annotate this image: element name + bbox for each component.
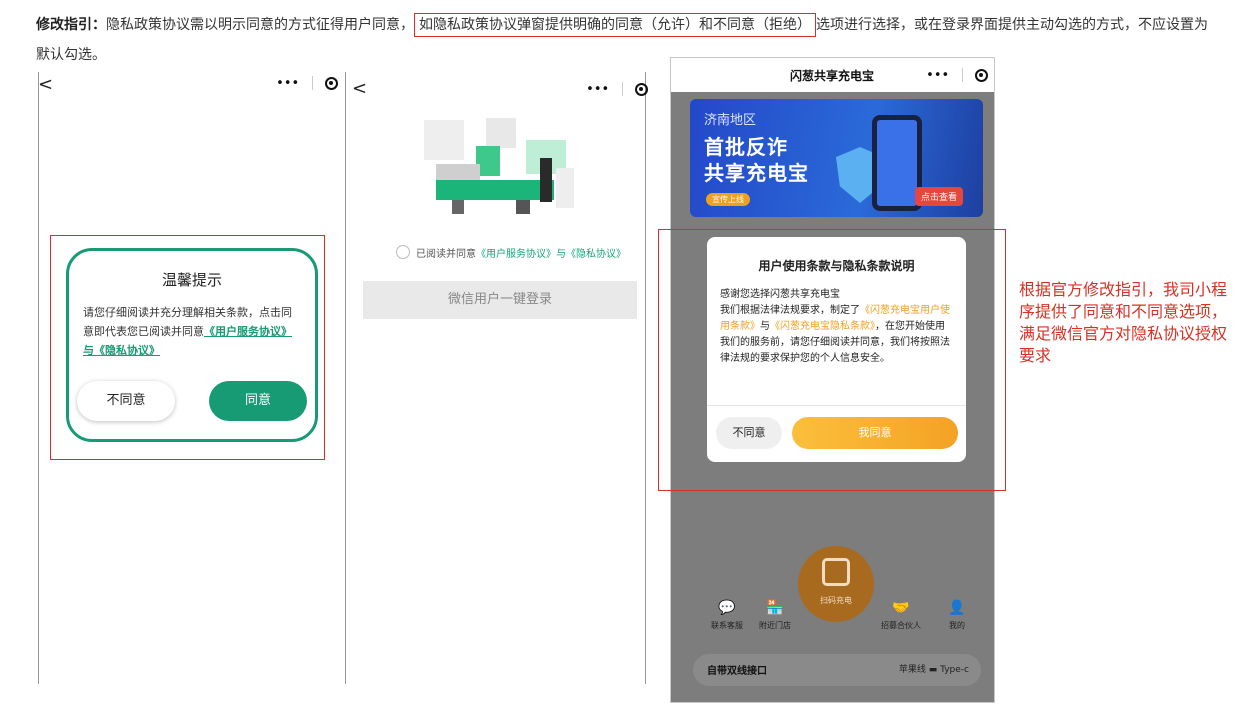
tab-label: 我的 [949,621,965,630]
capsule-menu[interactable]: ••• [580,76,654,102]
divider [311,76,313,90]
tab-label: 联系客服 [711,621,743,630]
privacy-dialog-1: 温馨提示 请您仔细阅读并充分理解相关条款，点击同意即代表您已阅读并同意《用户服务… [66,248,318,442]
disagree-button[interactable]: 不同意 [716,417,782,449]
more-icon[interactable]: ••• [926,68,949,83]
guide-colon: ： [92,17,106,33]
disagree-button[interactable]: 不同意 [77,381,175,421]
banner-subtitle: 济南地区 [704,113,757,128]
cable-info-bar: 自带双线接口 苹果线 ▬ Type-c [693,654,981,686]
dialog-text-1: 我们根据法律法规要求，制定了 [720,305,860,316]
agreement-consent-line: 已阅读并同意《用户服务协议》与《隐私协议》 [416,245,626,260]
more-icon[interactable]: ••• [586,82,609,97]
back-icon[interactable]: < [38,74,53,95]
banner-line1: 首批反诈 [704,135,788,159]
agree-radio[interactable] [396,245,410,259]
dialog-greeting: 感谢您选择闪葱共享充电宝 [720,289,840,300]
guide-text-before: 隐私政策协议需以明示同意的方式征得用户同意， [106,17,414,33]
banner-cta-button[interactable]: 点击查看 [914,187,963,206]
tab-mine[interactable]: 👤 我的 [927,596,987,631]
tab-label: 附近门店 [759,621,791,630]
more-icon[interactable]: ••• [276,76,299,91]
agreement-link[interactable]: 《用户服务协议》与《隐私协议》 [476,249,626,260]
capsule-menu[interactable]: ••• [270,70,344,96]
close-target-icon[interactable] [974,68,988,82]
privacy-link[interactable]: 《闪葱充电宝隐私条款》 [770,321,875,332]
cable-types: 苹果线 ▬ Type-c [898,665,969,675]
divider [707,405,966,406]
agree-button[interactable]: 我同意 [792,417,958,449]
cable-label: 自带双线接口 [707,666,767,677]
dialog-title: 用户使用条款与隐私条款说明 [758,259,915,273]
divider [961,68,963,82]
capsule-menu[interactable]: ••• [920,62,994,88]
close-target-icon[interactable] [634,82,648,96]
tab-partners[interactable]: 🤝 招募合伙人 [871,596,931,631]
handshake-icon: 🤝 [892,600,910,616]
close-target-icon[interactable] [324,76,338,90]
tab-label: 招募合伙人 [881,621,921,630]
guide-label: 修改指引 [36,17,92,33]
banner-line2: 共享充电宝 [704,161,809,185]
dialog-body: 请您仔细阅读并充分理解相关条款，点击同意即代表您已阅读并同意《用户服务协议》与《… [83,303,301,360]
dialog-and: 与 [760,321,770,332]
scan-icon [822,558,850,586]
annotation-note: 根据官方修改指引，我司小程序提供了同意和不同意选项，满足微信官方对隐私协议授权要… [1019,280,1228,365]
privacy-dialog-3: 用户使用条款与隐私条款说明 感谢您选择闪葱共享充电宝 我们根据法律法规要求，制定… [707,237,966,462]
store-icon: 🏪 [766,600,784,616]
dialog-paragraph: 我们根据法律法规要求，制定了《闪葱充电宝用户使用条款》与《闪葱充电宝隐私条款》，… [720,303,953,367]
guide-highlight: 如隐私政策协议弹窗提供明确的同意（允许）和不同意（拒绝） [414,13,816,37]
tab-bar: 💬 联系客服 🏪 附近门店 🤝 招募合伙人 👤 我的 [703,596,983,648]
blurred-logo-image [416,118,582,220]
promo-banner[interactable]: 济南地区 首批反诈 共享充电宝 宣传上线 点击查看 [690,99,983,217]
agree-prefix: 已阅读并同意 [416,249,476,260]
agree-button[interactable]: 同意 [209,381,307,421]
dialog-body: 感谢您选择闪葱共享充电宝 我们根据法律法规要求，制定了《闪葱充电宝用户使用条款》… [720,287,953,367]
nav-title: 闪葱共享充电宝 [790,69,875,83]
tab-nearby-stores[interactable]: 🏪 附近门店 [745,596,805,631]
back-icon[interactable]: < [352,78,367,99]
banner-tag: 宣传上线 [706,193,750,206]
wechat-login-button[interactable]: 微信用户一键登录 [363,281,637,319]
dialog-title: 温馨提示 [161,271,222,289]
divider [621,82,623,96]
user-icon: 👤 [948,600,966,616]
guide-paragraph: 修改指引：隐私政策协议需以明示同意的方式征得用户同意， 如隐私政策协议弹窗提供明确… [36,10,1216,70]
